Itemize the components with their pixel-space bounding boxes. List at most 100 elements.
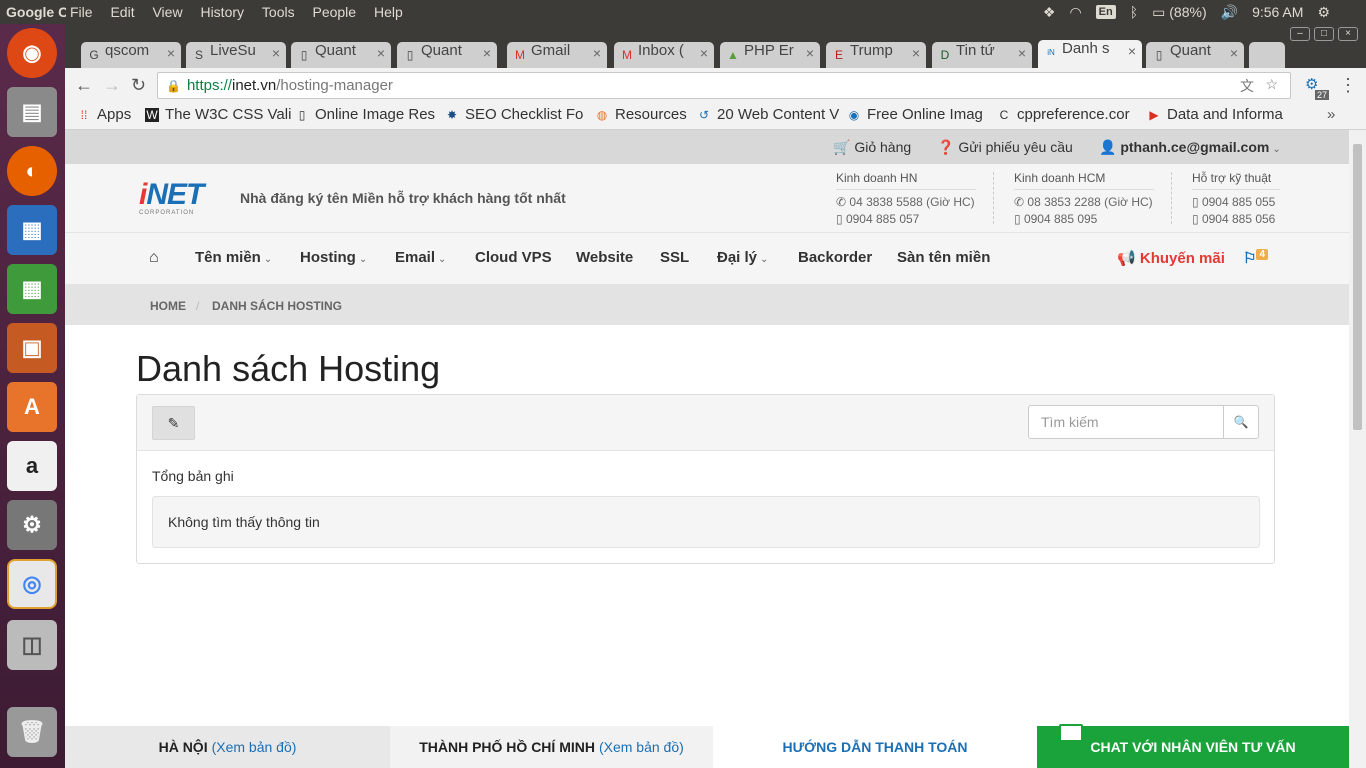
settings-icon[interactable]: ⚙ bbox=[7, 500, 57, 550]
nav-backorder[interactable]: Backorder bbox=[798, 249, 872, 266]
nav-email[interactable]: Email ⌄ bbox=[395, 249, 446, 266]
bookmark-web-content[interactable]: ↺ 20 Web Content V bbox=[697, 106, 839, 123]
reload-icon[interactable]: ↻ bbox=[131, 75, 146, 96]
power-gear-icon[interactable]: ⚙ bbox=[1317, 4, 1330, 21]
close-icon[interactable]: × bbox=[272, 45, 280, 61]
chrome-menu-icon[interactable]: ⋮ bbox=[1339, 75, 1357, 96]
user-menu[interactable]: 👤 pthanh.ce@gmail.com ⌄ bbox=[1099, 139, 1281, 156]
menu-file[interactable]: File bbox=[70, 4, 93, 20]
page-scrollbar[interactable] bbox=[1349, 130, 1366, 768]
battery-indicator[interactable]: ▭ (88%) bbox=[1152, 4, 1206, 21]
home-icon[interactable]: ⌂ bbox=[149, 249, 159, 267]
close-icon[interactable]: × bbox=[1230, 45, 1238, 61]
payment-guide-link[interactable]: HƯỚNG DẪN THANH TOÁN bbox=[713, 726, 1037, 768]
new-tab-button[interactable] bbox=[1249, 42, 1285, 68]
maximize-button[interactable]: □ bbox=[1314, 27, 1334, 41]
nav-promotion[interactable]: 📢 Khuyến mãi bbox=[1117, 249, 1225, 267]
mobile-icon: ▯ bbox=[836, 212, 843, 226]
back-arrow-icon[interactable]: ← bbox=[75, 75, 93, 96]
firefox-icon[interactable]: ◐ bbox=[7, 146, 57, 196]
ticket-link[interactable]: ❓ Gửi phiếu yêu cầu bbox=[937, 139, 1073, 156]
tab-11[interactable]: ▯ Quant × bbox=[1146, 42, 1244, 68]
hanoi-map-link[interactable]: (Xem bản đồ) bbox=[212, 739, 297, 755]
tab-6[interactable]: M Inbox (× bbox=[614, 42, 714, 68]
bookmark-free-online-image[interactable]: ◉ Free Online Imag bbox=[847, 106, 983, 123]
user-icon: 👤 bbox=[1099, 139, 1117, 155]
nav-website[interactable]: Website bbox=[576, 249, 633, 266]
amazon-icon[interactable]: a bbox=[7, 441, 57, 491]
tab-3[interactable]: ▯ Quant × bbox=[291, 42, 391, 68]
close-icon[interactable]: × bbox=[1018, 45, 1026, 61]
bookmark-resources[interactable]: ◍ Resources bbox=[595, 106, 687, 123]
software-center-icon[interactable]: A bbox=[7, 382, 57, 432]
bookmark-seo-checklist[interactable]: ✸ SEO Checklist Fo bbox=[445, 106, 583, 123]
wifi-icon[interactable]: ◠ bbox=[1069, 4, 1081, 21]
translate-icon[interactable]: 文 bbox=[1240, 76, 1254, 96]
impress-icon[interactable]: ▣ bbox=[7, 323, 57, 373]
address-bar[interactable]: 🔒 https://inet.vn/hosting-manager 文 ☆ bbox=[157, 72, 1291, 99]
close-icon[interactable]: × bbox=[1128, 43, 1136, 59]
chat-button[interactable]: CHAT VỚI NHÂN VIÊN TƯ VẤN bbox=[1037, 724, 1349, 768]
tab-9[interactable]: D Tin tứ × bbox=[932, 42, 1032, 68]
menu-history[interactable]: History bbox=[200, 4, 244, 20]
bookmark-apps[interactable]: ⁞⁞ Apps bbox=[77, 106, 132, 123]
tab-4[interactable]: ▯ Quant × bbox=[397, 42, 497, 68]
nav-cloud-vps[interactable]: Cloud VPS bbox=[475, 249, 552, 266]
trash-icon[interactable]: 🗑 bbox=[7, 707, 57, 757]
bookmarks-bar: ⁞⁞ Apps W The W3C CSS Vali ▯ Online Image R… bbox=[65, 104, 1366, 130]
menu-edit[interactable]: Edit bbox=[110, 4, 134, 20]
close-icon[interactable]: × bbox=[700, 45, 708, 61]
tab-2[interactable]: S LiveSu × bbox=[186, 42, 286, 68]
notifications[interactable]: ⚐ 4 bbox=[1243, 249, 1269, 267]
clock[interactable]: 9:56 AM bbox=[1252, 4, 1303, 20]
close-icon[interactable]: × bbox=[167, 45, 175, 61]
menu-view[interactable]: View bbox=[152, 4, 182, 20]
star-icon[interactable]: ☆ bbox=[1265, 76, 1278, 93]
close-icon[interactable]: × bbox=[593, 45, 601, 61]
disk-icon[interactable]: ◫ bbox=[7, 620, 57, 670]
tab-7[interactable]: ▲ PHP Er × bbox=[720, 42, 820, 68]
files-icon[interactable]: ▤ bbox=[7, 87, 57, 137]
close-icon[interactable]: × bbox=[483, 45, 491, 61]
close-icon[interactable]: × bbox=[377, 45, 385, 61]
breadcrumb-home[interactable]: HOME bbox=[150, 299, 186, 313]
chevron-down-icon: ⌄ bbox=[263, 254, 273, 265]
search-input[interactable] bbox=[1028, 405, 1224, 439]
hcm-map-link[interactable]: (Xem bản đồ) bbox=[599, 739, 684, 755]
bookmark-image-resizer[interactable]: ▯ Online Image Res bbox=[295, 106, 435, 123]
close-window-button[interactable]: × bbox=[1338, 27, 1358, 41]
tab-5[interactable]: M Gmail × bbox=[507, 42, 607, 68]
bookmark-w3c[interactable]: W The W3C CSS Vali bbox=[145, 106, 291, 123]
dropbox-icon[interactable]: ❖ bbox=[1043, 4, 1056, 21]
menu-people[interactable]: People bbox=[312, 4, 356, 20]
menu-tools[interactable]: Tools bbox=[262, 4, 295, 20]
volume-icon[interactable]: 🔊 bbox=[1221, 4, 1238, 21]
inet-logo[interactable]: iNET CORPORATION bbox=[139, 178, 204, 216]
tab-8[interactable]: E Trump × bbox=[826, 42, 926, 68]
bookmark-cppreference[interactable]: Ccppreference.cor bbox=[997, 106, 1130, 123]
nav-hosting[interactable]: Hosting ⌄ bbox=[300, 249, 367, 266]
nav-reseller[interactable]: Đại lý ⌄ bbox=[717, 249, 768, 266]
chrome-icon[interactable]: ◎ bbox=[7, 559, 57, 609]
nav-domains[interactable]: Tên miền ⌄ bbox=[195, 249, 272, 266]
bookmark-data-information[interactable]: ▶ Data and Informa bbox=[1147, 106, 1283, 123]
close-icon[interactable]: × bbox=[912, 45, 920, 61]
writer-icon[interactable]: ▦ bbox=[7, 205, 57, 255]
close-icon[interactable]: × bbox=[806, 45, 814, 61]
bookmarks-overflow-icon[interactable]: » bbox=[1327, 106, 1335, 123]
ubuntu-dash-icon[interactable]: ◉ bbox=[7, 28, 57, 78]
nav-ssl[interactable]: SSL bbox=[660, 249, 689, 266]
nav-domain-market[interactable]: Sàn tên miền bbox=[897, 249, 990, 266]
bluetooth-icon[interactable]: ᛒ bbox=[1130, 4, 1138, 20]
menu-help[interactable]: Help bbox=[374, 4, 403, 20]
edit-button[interactable]: ✎ bbox=[152, 406, 195, 440]
calc-icon[interactable]: ▦ bbox=[7, 264, 57, 314]
minimize-button[interactable]: – bbox=[1290, 27, 1310, 41]
tab-1[interactable]: Gqscom × bbox=[81, 42, 181, 68]
forward-arrow-icon[interactable]: → bbox=[103, 75, 121, 96]
tab-10-active[interactable]: iN Danh s × bbox=[1038, 40, 1142, 68]
cart-link[interactable]: 🛒 Giỏ hàng bbox=[833, 139, 911, 156]
keyboard-layout[interactable]: En bbox=[1095, 5, 1116, 19]
search-button[interactable]: 🔍 bbox=[1223, 405, 1259, 439]
scrollbar-thumb[interactable] bbox=[1353, 144, 1362, 430]
